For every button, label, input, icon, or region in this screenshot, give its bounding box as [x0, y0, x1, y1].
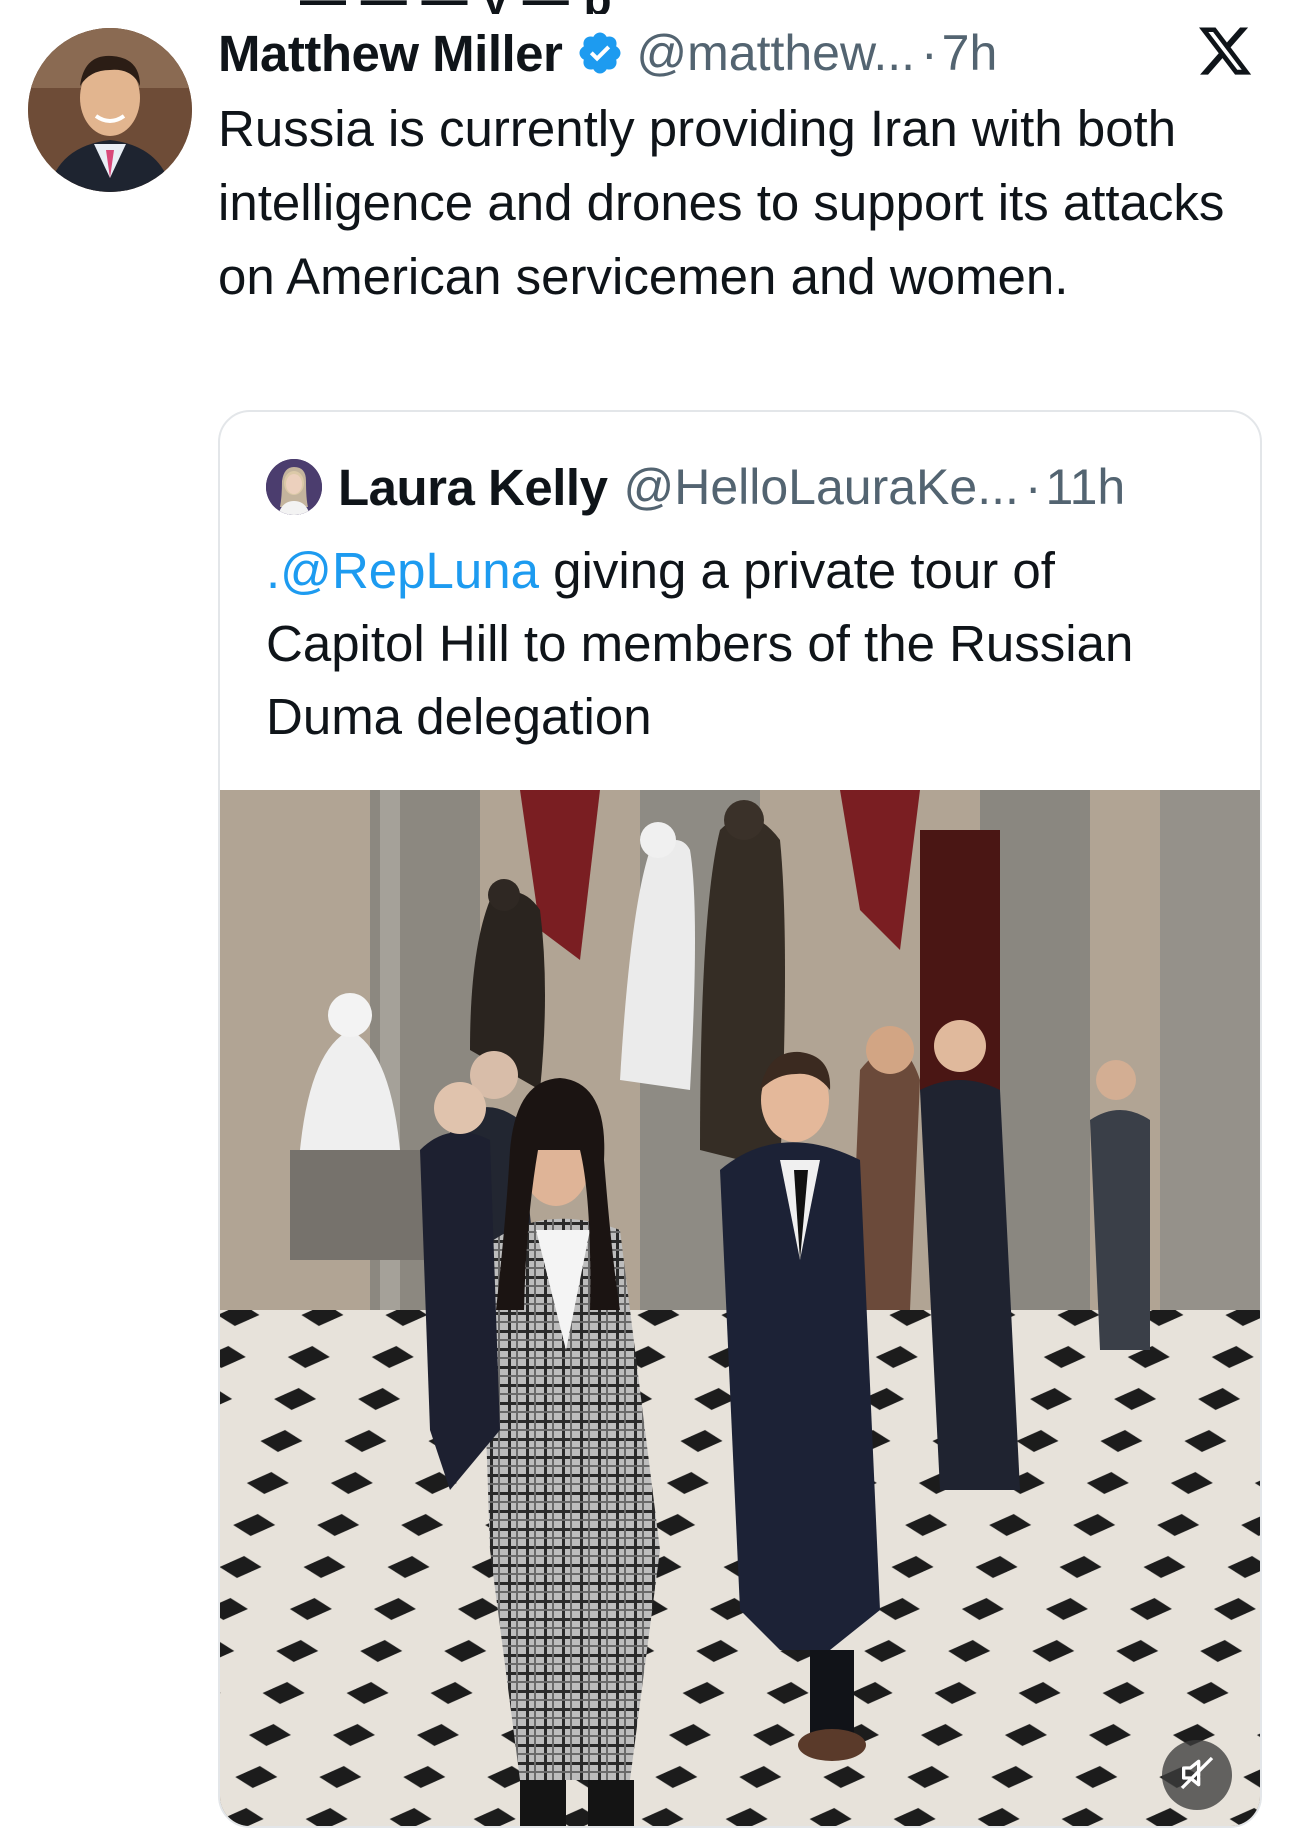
author-avatar[interactable]	[28, 28, 192, 192]
quoted-author-handle[interactable]: @HelloLauraKe...	[623, 458, 1018, 516]
quoted-tweet-text: .@RepLuna giving a private tour of Capit…	[266, 534, 1226, 753]
mute-toggle-button[interactable]	[1162, 1740, 1232, 1810]
author-name[interactable]: Matthew Miller	[218, 24, 563, 83]
quoted-author-name[interactable]: Laura Kelly	[338, 458, 608, 517]
separator-dot: ·	[921, 25, 938, 81]
author-handle[interactable]: @matthew...	[636, 24, 915, 82]
previous-content-clipped: — — — y — p	[0, 0, 1290, 14]
separator-dot: ·	[1024, 459, 1042, 515]
tweet-header: Matthew Miller @matthew... · 7h	[218, 18, 997, 88]
x-logo-icon[interactable]	[1196, 22, 1254, 80]
video-player[interactable]	[220, 790, 1260, 1826]
quoted-tweet-card[interactable]: Laura Kelly @HelloLauraKe... · 11h .@Rep…	[218, 410, 1262, 1828]
mention-link[interactable]: .@RepLuna	[266, 542, 539, 599]
quoted-tweet-header: Laura Kelly @HelloLauraKe... · 11h	[266, 454, 1125, 520]
quoted-author-avatar[interactable]	[266, 459, 322, 515]
volume-muted-icon	[1177, 1753, 1217, 1798]
quoted-tweet-timestamp[interactable]: 11h	[1046, 458, 1126, 516]
tweet-timestamp[interactable]: 7h	[942, 24, 998, 82]
verified-badge-icon	[576, 29, 624, 77]
video-frame	[220, 790, 1260, 1826]
tweet-text: Russia is currently providing Iran with …	[218, 100, 1225, 305]
